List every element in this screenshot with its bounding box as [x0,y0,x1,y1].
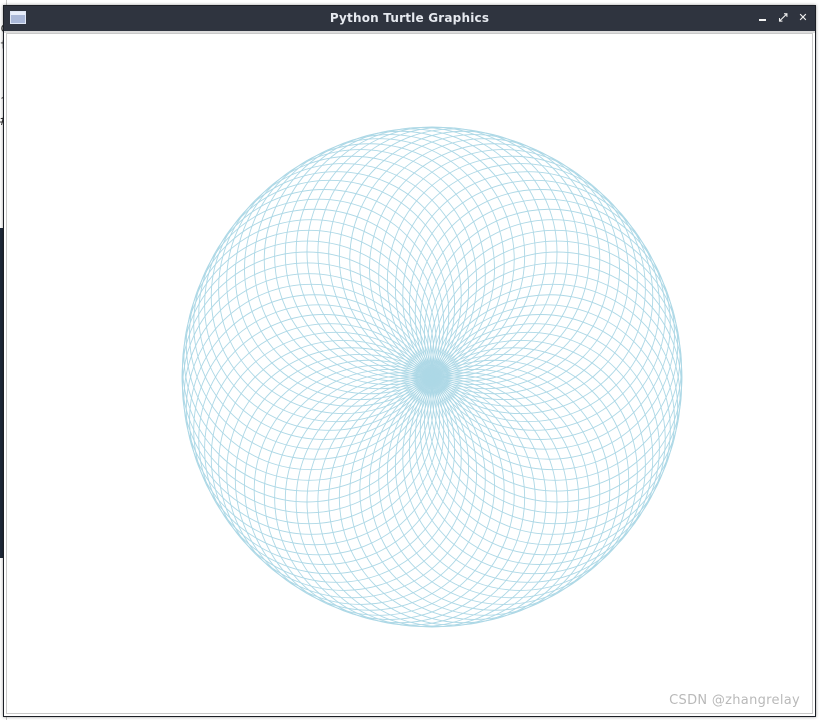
window-title: Python Turtle Graphics [329,11,490,25]
close-button[interactable]: ✕ [795,10,811,26]
maximize-button[interactable]: ⤢ [775,10,791,26]
canvas-frame: CSDN @zhangrelay [4,31,815,716]
spirograph-drawing [181,126,683,628]
minimize-icon [759,19,766,21]
close-icon: ✕ [798,11,808,24]
turtle-canvas[interactable]: CSDN @zhangrelay [6,33,813,714]
title-bar[interactable]: Python Turtle Graphics ⤢ ✕ [4,6,815,31]
watermark: CSDN @zhangrelay [669,693,800,708]
turtle-window: Python Turtle Graphics ⤢ ✕ CSDN @zhangre… [3,5,816,717]
minimize-button[interactable] [755,10,771,26]
maximize-icon: ⤢ [778,11,788,24]
